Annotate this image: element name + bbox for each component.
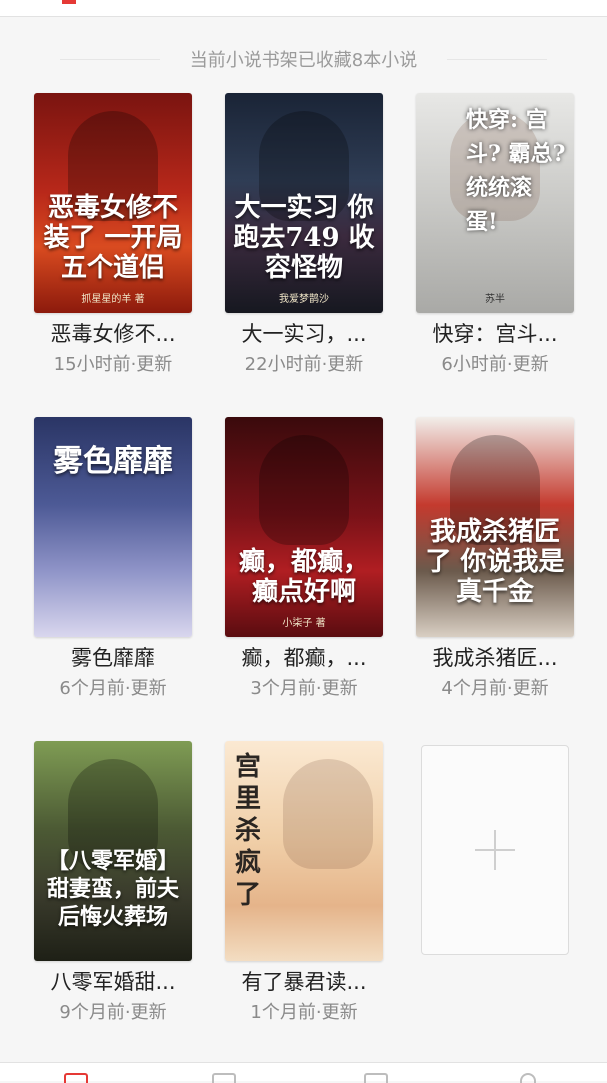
book-icon[interactable] bbox=[212, 1073, 236, 1083]
book-title[interactable]: 八零军婚甜... bbox=[34, 967, 192, 997]
book-cover[interactable]: 我成杀猪匠了 你说我是 真千金 bbox=[416, 417, 574, 637]
book-cover[interactable]: 【八零军婚】 甜妻蛮，前夫 后悔火葬场 bbox=[34, 741, 192, 961]
book-update-time: 6小时前·更新 bbox=[441, 354, 549, 375]
book-title[interactable]: 大一实习，... bbox=[225, 319, 383, 349]
profile-icon[interactable] bbox=[520, 1073, 536, 1083]
home-icon[interactable] bbox=[64, 1073, 88, 1083]
book-item[interactable]: 快穿: 宫斗? 霸总? 统统滚 蛋! 苏半 快穿：宫斗... 6小时前·更新 bbox=[416, 93, 574, 377]
book-cover[interactable]: 大一实习 你跑去749 收容怪物 我爱梦鹊沙 bbox=[225, 93, 383, 313]
cover-title: 【八零军婚】 甜妻蛮，前夫 后悔火葬场 bbox=[46, 848, 179, 930]
cover-author: 我爱梦鹊沙 bbox=[279, 294, 329, 305]
divider-right bbox=[447, 58, 548, 60]
add-book-button[interactable] bbox=[421, 745, 569, 955]
book-cover[interactable]: 恶毒女修不装了 一开局 五个道侣 抓星星的羊 著 bbox=[34, 93, 192, 313]
book-cover[interactable]: 宫里杀疯了 bbox=[225, 741, 383, 961]
cover-author: 苏半 bbox=[485, 294, 505, 305]
book-item[interactable]: 我成杀猪匠了 你说我是 真千金 我成杀猪匠... 4个月前·更新 bbox=[416, 417, 574, 701]
cover-title: 宫里杀疯了 bbox=[234, 752, 261, 910]
book-title[interactable]: 有了暴君读... bbox=[225, 967, 383, 997]
shelf-summary: 当前小说书架已收藏8本小说 bbox=[0, 44, 607, 74]
book-title[interactable]: 我成杀猪匠... bbox=[416, 643, 574, 673]
cover-author: 抓星星的羊 著 bbox=[81, 294, 145, 305]
cover-title: 大一实习 你跑去749 收容怪物 bbox=[233, 193, 375, 283]
book-update-time: 4个月前·更新 bbox=[441, 678, 549, 699]
cover-title: 雾色靡靡 bbox=[53, 444, 173, 479]
book-update-time: 6个月前·更新 bbox=[59, 678, 167, 699]
top-bar bbox=[0, 0, 607, 17]
book-title[interactable]: 恶毒女修不... bbox=[34, 319, 192, 349]
book-title[interactable]: 癫，都癫，... bbox=[225, 643, 383, 673]
cover-author: 小柒子 著 bbox=[282, 618, 326, 629]
book-update-time: 3个月前·更新 bbox=[250, 678, 358, 699]
book-item[interactable]: 恶毒女修不装了 一开局 五个道侣 抓星星的羊 著 恶毒女修不... 15小时前·… bbox=[34, 93, 192, 377]
book-update-time: 22小时前·更新 bbox=[244, 354, 364, 375]
book-item[interactable]: 癫，都癫，癫点好啊 小柒子 著 癫，都癫，... 3个月前·更新 bbox=[225, 417, 383, 701]
book-title[interactable]: 雾色靡靡 bbox=[34, 643, 192, 673]
book-update-time: 15小时前·更新 bbox=[53, 354, 173, 375]
book-title[interactable]: 快穿：宫斗... bbox=[416, 319, 574, 349]
active-tab-indicator bbox=[62, 0, 76, 4]
cover-illustration bbox=[259, 435, 349, 545]
book-item[interactable]: 【八零军婚】 甜妻蛮，前夫 后悔火葬场 八零军婚甜... 9个月前·更新 bbox=[34, 741, 192, 1025]
cover-illustration bbox=[282, 759, 373, 869]
bottom-nav bbox=[0, 1062, 607, 1083]
cover-title: 我成杀猪匠了 你说我是 真千金 bbox=[425, 517, 565, 607]
cover-title: 癫，都癫，癫点好啊 bbox=[238, 547, 369, 607]
book-cover[interactable]: 快穿: 宫斗? 霸总? 统统滚 蛋! 苏半 bbox=[416, 93, 574, 313]
book-item[interactable]: 大一实习 你跑去749 收容怪物 我爱梦鹊沙 大一实习，... 22小时前·更新 bbox=[225, 93, 383, 377]
cover-title: 恶毒女修不装了 一开局 五个道侣 bbox=[43, 193, 183, 283]
book-cover[interactable]: 癫，都癫，癫点好啊 小柒子 著 bbox=[225, 417, 383, 637]
book-update-time: 1个月前·更新 bbox=[250, 1002, 358, 1023]
book-cover[interactable]: 雾色靡靡 bbox=[34, 417, 192, 637]
book-item[interactable]: 雾色靡靡 雾色靡靡 6个月前·更新 bbox=[34, 417, 192, 701]
book-item[interactable]: 宫里杀疯了 有了暴君读... 1个月前·更新 bbox=[225, 741, 383, 1025]
divider-left bbox=[59, 58, 160, 60]
cover-title: 快穿: 宫斗? 霸总? 统统滚 蛋! bbox=[466, 107, 566, 235]
category-icon[interactable] bbox=[364, 1073, 388, 1083]
book-update-time: 9个月前·更新 bbox=[59, 1002, 167, 1023]
shelf-summary-text: 当前小说书架已收藏8本小说 bbox=[189, 50, 418, 71]
